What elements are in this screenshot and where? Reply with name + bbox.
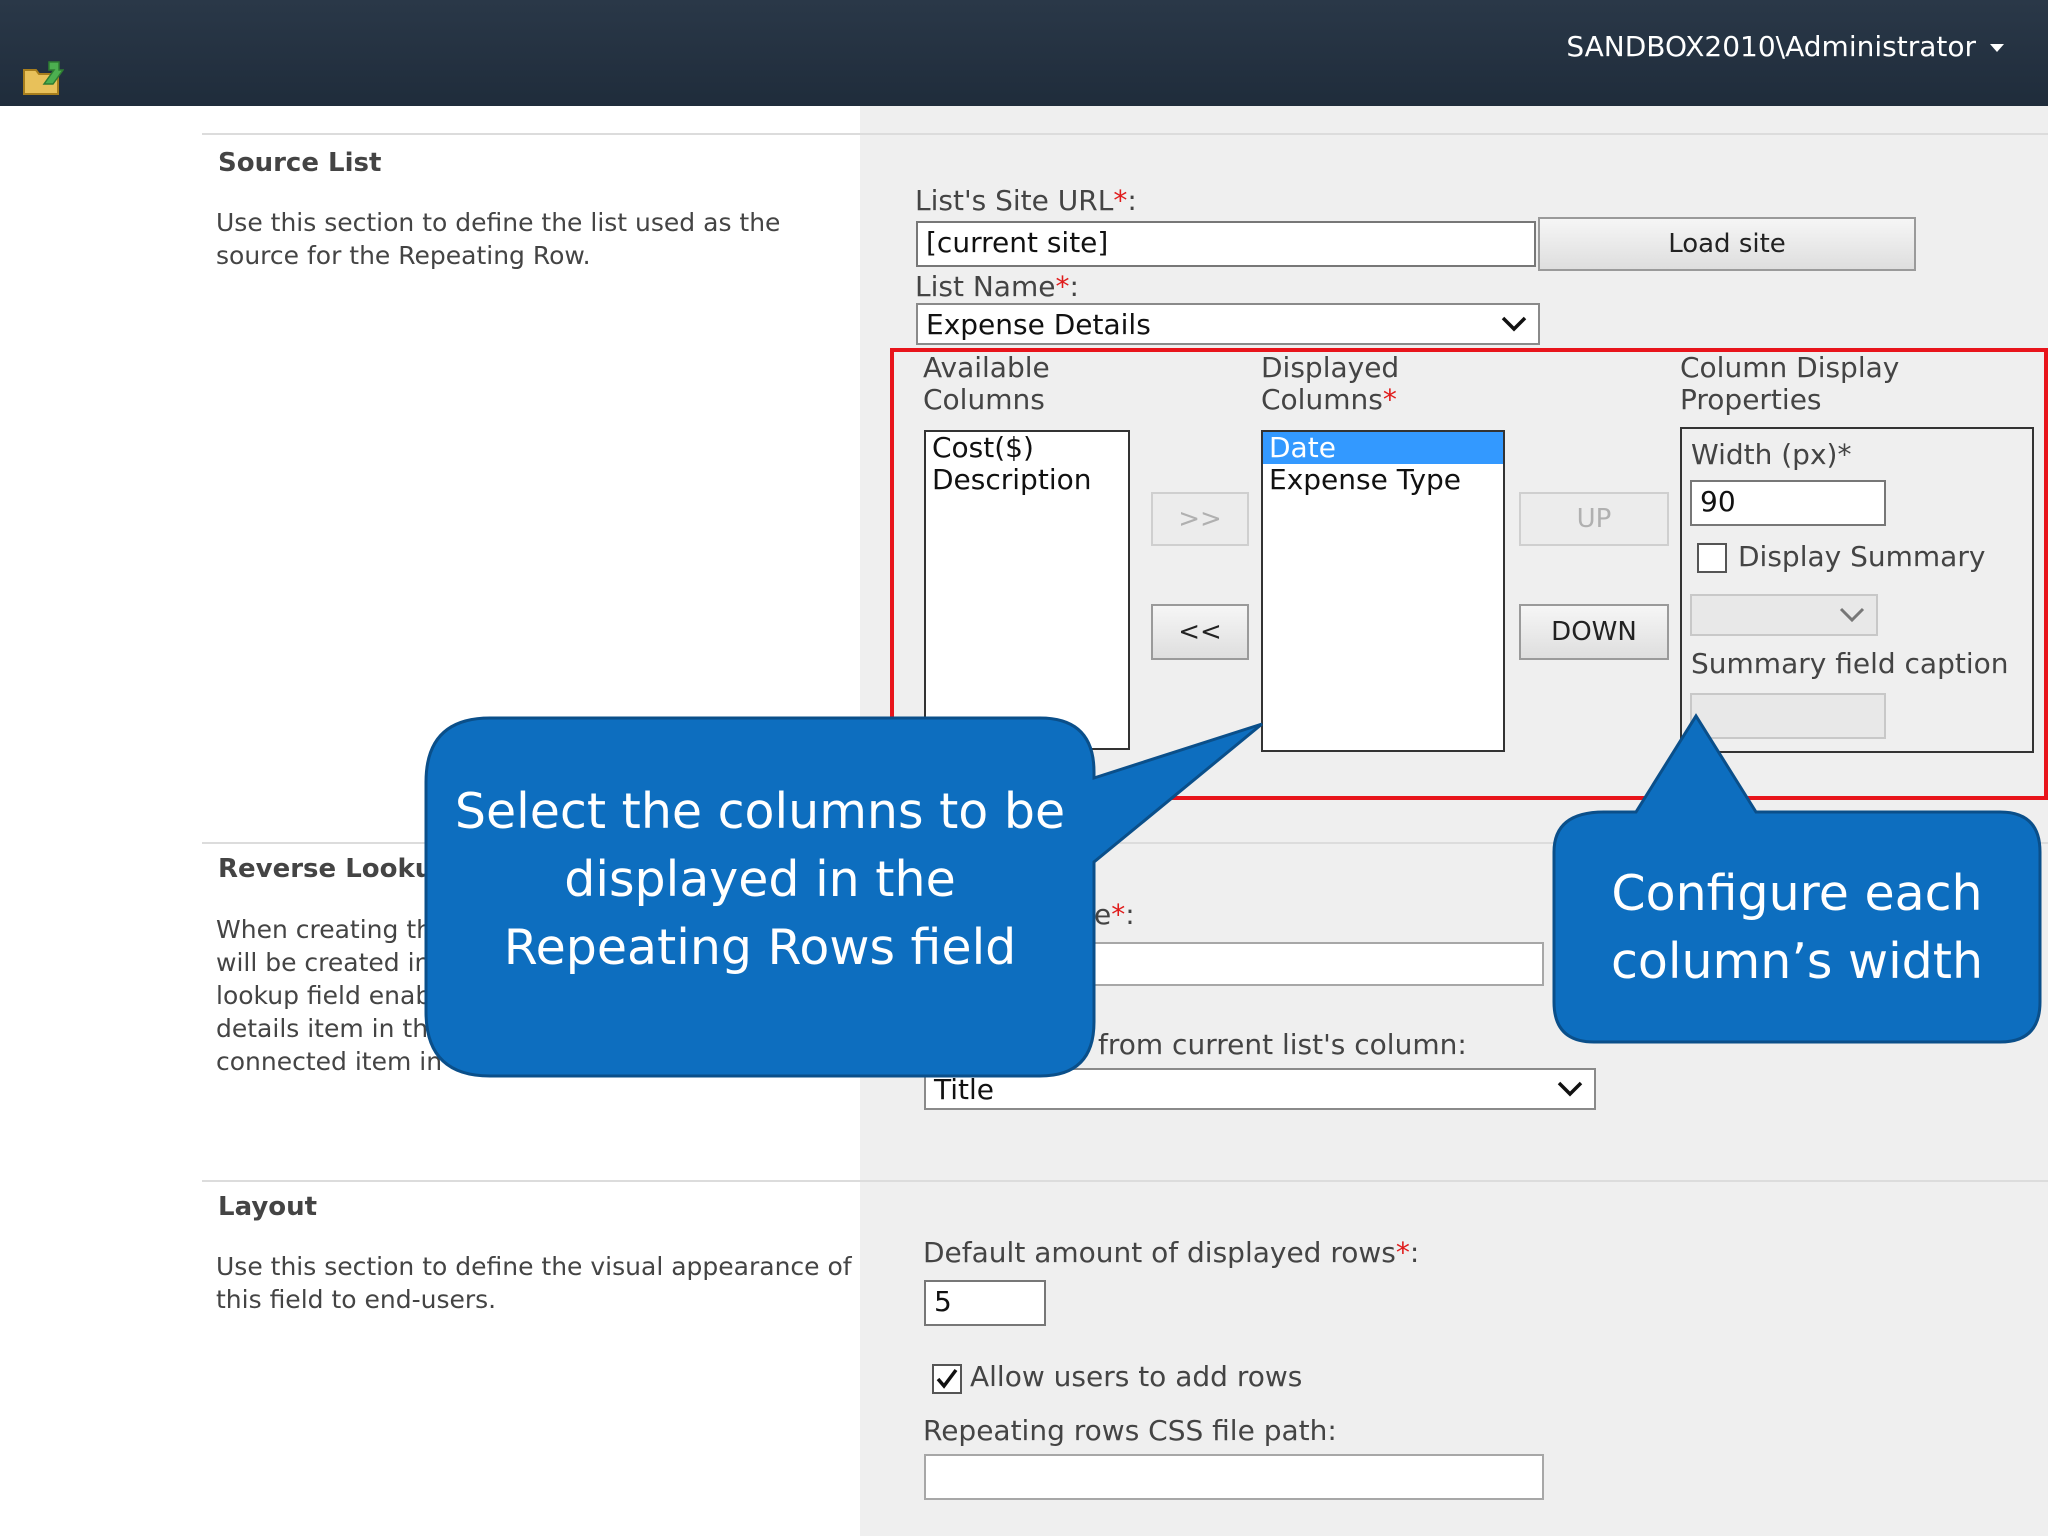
left-callout-text: Select the columns to be displayed in th… [454, 783, 1066, 976]
right-callout-text: Configure each column’s width [1610, 865, 1984, 990]
